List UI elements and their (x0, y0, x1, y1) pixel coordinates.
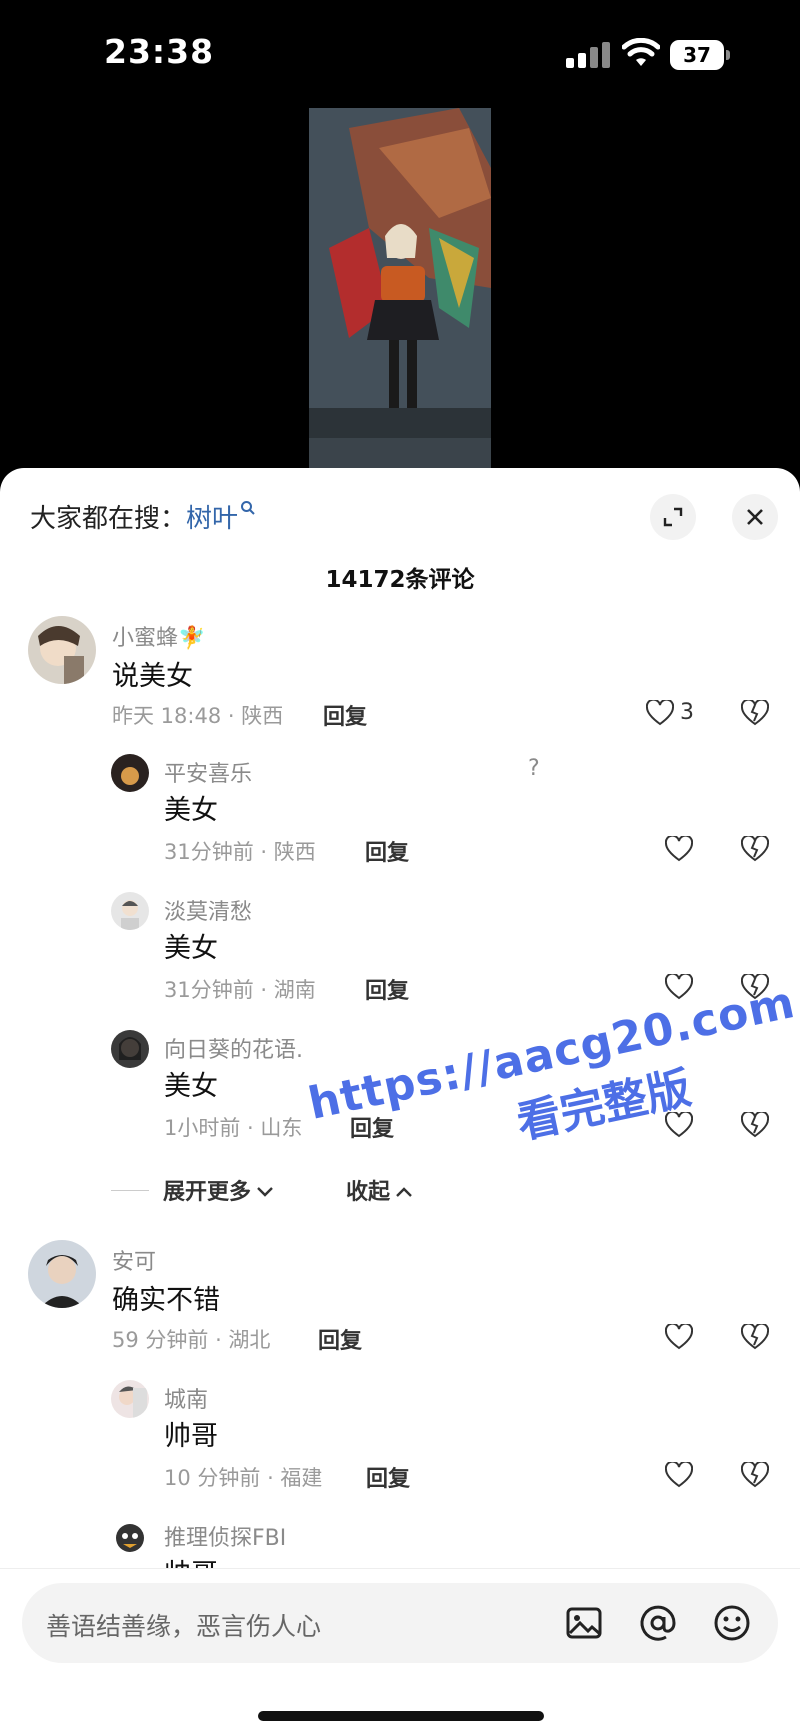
reply-button[interactable]: 回复 (365, 835, 409, 867)
search-keyword[interactable]: 树叶 (186, 504, 238, 534)
reply-text: 美女 (164, 1071, 218, 1102)
chevron-down-icon (257, 1187, 273, 1197)
avatar[interactable] (111, 754, 149, 792)
status-bar: 23:38 37 (0, 0, 800, 110)
comment-sheet: 大家都在搜：树叶 14172条评论 小蜜蜂🧚 说美女 昨天 18:48 · 陕西… (0, 468, 800, 1736)
divider (111, 1190, 149, 1191)
reply-text: 帅哥 (164, 1421, 218, 1452)
video-frame-image (309, 108, 491, 470)
comment-meta: 昨天 18:48 · 陕西 (112, 704, 284, 728)
home-indicator[interactable] (258, 1711, 544, 1721)
reply-username[interactable]: 推理侦探FBI (164, 1520, 286, 1552)
heart-icon (664, 1322, 694, 1350)
phone-screen: 23:38 37 大家都在搜：树叶 14172条评论 小蜜蜂🧚 说美女 昨天 1… (0, 0, 800, 1736)
comment-meta: 59 分钟前 · 湖北 (112, 1328, 271, 1352)
dislike-heart-icon (740, 1460, 770, 1488)
signal-icon (566, 42, 610, 68)
avatar[interactable] (111, 1030, 149, 1068)
avatar[interactable] (111, 892, 149, 930)
comment-input[interactable]: 善语结善缘，恶言伤人心 (22, 1583, 778, 1663)
reply-meta: 31分钟前 · 陕西 (164, 840, 316, 864)
expand-icon (663, 507, 683, 527)
reply-button[interactable]: 回复 (323, 699, 367, 731)
avatar[interactable] (28, 616, 96, 684)
like-count: 3 (680, 700, 694, 725)
search-suggestion[interactable]: 大家都在搜：树叶 (30, 498, 256, 535)
heart-icon (664, 1460, 694, 1488)
like-button[interactable] (664, 1460, 694, 1492)
wifi-icon (622, 38, 660, 66)
heart-icon (664, 972, 694, 1000)
battery-icon: 37 (670, 40, 730, 70)
battery-level: 37 (670, 40, 724, 70)
search-prefix: 大家都在搜： (30, 504, 187, 534)
comment-text: 说美女 (112, 661, 193, 692)
dislike-button[interactable] (740, 1110, 770, 1142)
reply-button[interactable]: 回复 (366, 1461, 410, 1493)
comment-input-placeholder: 善语结善缘，恶言伤人心 (46, 1612, 322, 1641)
search-icon (241, 501, 255, 515)
chevron-up-icon (396, 1187, 412, 1197)
dislike-heart-icon (740, 1322, 770, 1350)
reply-username[interactable]: 向日葵的花语. (164, 1032, 303, 1064)
comment-username[interactable]: 小蜜蜂🧚 (112, 620, 205, 652)
reply-meta: 10 分钟前 · 福建 (164, 1466, 323, 1490)
user-badge: ? (528, 756, 540, 781)
heart-icon (645, 698, 675, 726)
comment-input-bar: 善语结善缘，恶言伤人心 (0, 1568, 800, 1736)
close-icon (747, 509, 763, 525)
dislike-heart-icon (740, 1110, 770, 1138)
avatar[interactable] (111, 1518, 149, 1556)
avatar[interactable] (28, 1240, 96, 1308)
reply-button[interactable]: 回复 (365, 973, 409, 1005)
expand-button[interactable] (650, 494, 696, 540)
avatar[interactable] (111, 1380, 149, 1418)
dislike-button[interactable] (740, 834, 770, 866)
reply-text: 美女 (164, 933, 218, 964)
reply-username[interactable]: 城南 (164, 1382, 208, 1414)
at-icon[interactable] (636, 1601, 680, 1645)
reply-meta: 31分钟前 · 湖南 (164, 978, 316, 1002)
reply-meta: 1小时前 · 山东 (164, 1116, 303, 1140)
dislike-heart-icon (740, 698, 770, 726)
like-button[interactable] (664, 1322, 694, 1354)
heart-icon (664, 834, 694, 862)
expand-more-button[interactable]: 展开更多 (163, 1174, 275, 1206)
image-icon[interactable] (562, 1601, 606, 1645)
expand-more-label: 展开更多 (163, 1180, 252, 1205)
comment-username[interactable]: 安可 (112, 1244, 156, 1276)
dislike-button[interactable] (740, 1460, 770, 1492)
comment-count: 14172条评论 (325, 567, 475, 593)
status-time: 23:38 (104, 32, 215, 71)
dislike-button[interactable] (740, 698, 770, 730)
dislike-button[interactable] (740, 1322, 770, 1354)
reply-username[interactable]: 平安喜乐 (164, 756, 252, 788)
video-thumbnail[interactable] (309, 108, 491, 470)
watermark: https://aacg20.com 看完整版 (304, 976, 800, 1192)
emoji-icon[interactable] (710, 1601, 754, 1645)
reply-text: 美女 (164, 795, 218, 826)
like-button[interactable] (664, 834, 694, 866)
reply-username[interactable]: 淡莫清愁 (164, 894, 252, 926)
like-button[interactable]: 3 (645, 698, 726, 730)
comment-text: 确实不错 (112, 1285, 220, 1316)
reply-button[interactable]: 回复 (318, 1323, 362, 1355)
dislike-heart-icon (740, 834, 770, 862)
close-button[interactable] (732, 494, 778, 540)
